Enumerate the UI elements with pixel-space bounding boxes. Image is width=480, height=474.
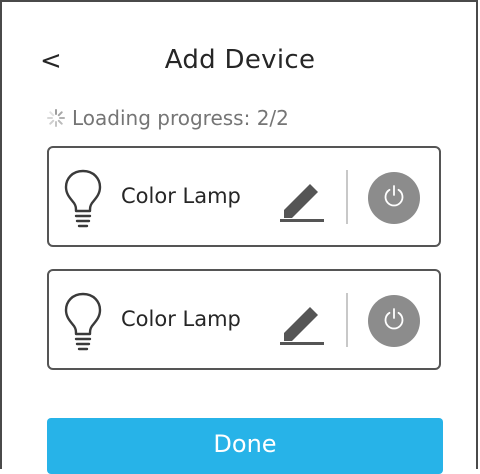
power-icon [381,183,407,213]
loading-progress: Loading progress: 2/2 [46,104,289,132]
spinner-icon [46,108,66,128]
power-icon [381,306,407,336]
power-button[interactable] [368,172,420,224]
lightbulb-icon [63,291,103,353]
lightbulb-icon [63,168,103,230]
device-card[interactable]: Color Lamp [47,269,441,370]
power-button[interactable] [368,295,420,347]
done-button[interactable]: Done [47,418,443,474]
page-title: Add Device [164,45,316,75]
pencil-icon[interactable] [278,297,326,345]
device-name: Color Lamp [121,184,241,208]
loading-progress-text: Loading progress: 2/2 [72,106,289,130]
divider [346,293,348,347]
divider [346,170,348,224]
device-card[interactable]: Color Lamp [47,146,441,247]
device-name: Color Lamp [121,307,241,331]
pencil-icon[interactable] [278,174,326,222]
